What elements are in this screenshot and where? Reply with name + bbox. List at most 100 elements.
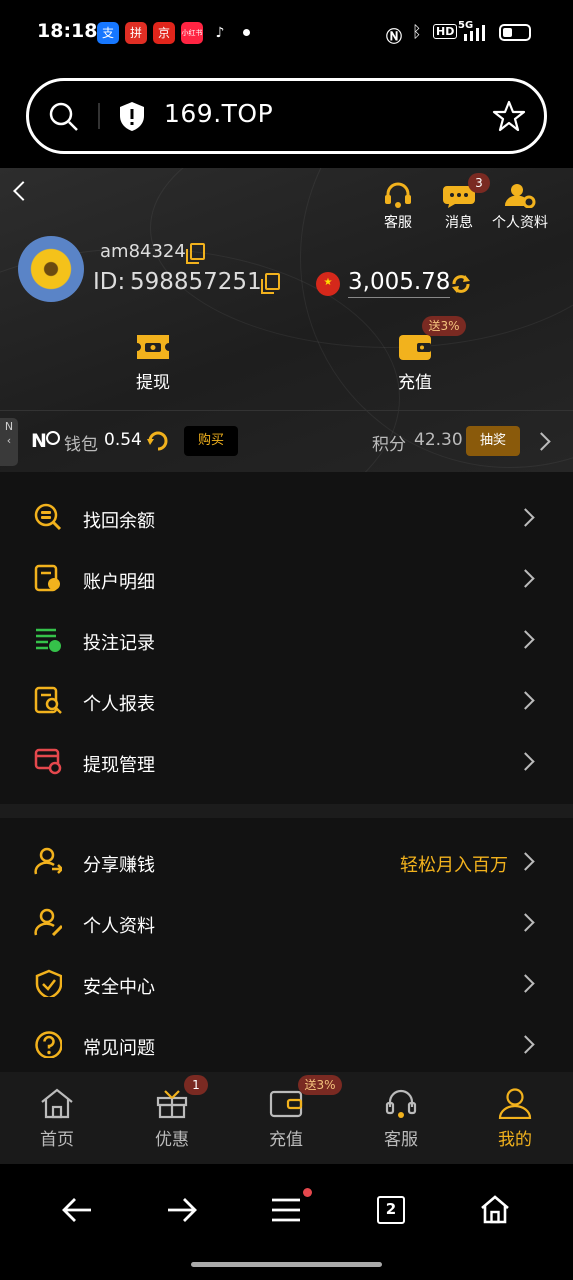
menu-item-label: 找回余额 bbox=[83, 511, 155, 532]
url-text[interactable]: 169.TOP bbox=[164, 99, 273, 128]
wallet-refresh-icon[interactable] bbox=[146, 429, 170, 453]
withdraw-ticket-icon bbox=[137, 335, 169, 359]
headset-icon bbox=[385, 182, 411, 208]
chevron-right-icon bbox=[516, 508, 535, 527]
nfc-icon: Ⓝ bbox=[386, 27, 403, 46]
copy-username-icon[interactable] bbox=[186, 243, 205, 264]
share-earn-promo: 轻松月入百万 bbox=[400, 855, 508, 876]
header-message-label: 消息 bbox=[445, 215, 473, 231]
withdraw-button[interactable]: 提现 bbox=[113, 332, 193, 394]
header-profile-button[interactable]: 个人资料 bbox=[488, 182, 552, 232]
nav-deposit-bonus-badge: 送3% bbox=[298, 1075, 342, 1095]
report-search-icon bbox=[34, 686, 62, 714]
chevron-right-icon bbox=[516, 752, 535, 771]
avatar[interactable] bbox=[18, 236, 84, 302]
forward-arrow-icon[interactable] bbox=[166, 1196, 198, 1224]
chevron-right-icon bbox=[516, 691, 535, 710]
section-divider bbox=[0, 804, 573, 818]
home-indicator[interactable] bbox=[191, 1262, 382, 1267]
header-profile-label: 个人资料 bbox=[492, 215, 548, 231]
side-tab-label: N bbox=[4, 420, 14, 433]
nav-home-label: 首页 bbox=[40, 1130, 74, 1150]
nav-promotions-label: 优惠 bbox=[155, 1130, 189, 1150]
points-label: 积分 bbox=[372, 435, 406, 455]
deposit-button[interactable]: 充值 bbox=[375, 332, 455, 394]
wallet-icon bbox=[399, 335, 431, 360]
share-earn-icon bbox=[34, 847, 62, 875]
promotions-badge: 1 bbox=[184, 1075, 208, 1095]
xiaohongshu-app-icon: 小红书 bbox=[181, 22, 203, 44]
tiktok-app-icon: ♪ bbox=[209, 22, 231, 44]
gift-icon bbox=[156, 1090, 188, 1119]
url-divider bbox=[98, 103, 100, 129]
menu-item-withdraw-manage[interactable]: 提现管理 bbox=[0, 731, 573, 792]
tabs-count-button[interactable]: 2 bbox=[377, 1196, 405, 1224]
copy-id-icon[interactable] bbox=[261, 273, 280, 294]
balance-value: 3,005.78 bbox=[348, 269, 451, 298]
menu-item-personal-report[interactable]: 个人报表 bbox=[0, 670, 573, 731]
coin-search-icon bbox=[34, 503, 62, 531]
menu-item-security[interactable]: 安全中心 bbox=[0, 953, 573, 1014]
header-service-label: 客服 bbox=[384, 215, 412, 231]
search-icon[interactable] bbox=[48, 101, 80, 133]
menu-item-label: 投注记录 bbox=[83, 633, 155, 654]
wallet-icon bbox=[269, 1090, 303, 1118]
home-icon bbox=[41, 1088, 73, 1119]
menu-item-label: 安全中心 bbox=[83, 977, 155, 998]
back-arrow-icon[interactable] bbox=[61, 1196, 93, 1224]
deposit-label: 充值 bbox=[398, 373, 432, 393]
menu-icon[interactable] bbox=[271, 1197, 303, 1223]
nav-service[interactable]: 客服 bbox=[361, 1087, 441, 1150]
menu-notification-dot bbox=[303, 1188, 312, 1197]
profile-edit-icon bbox=[34, 908, 62, 936]
withdraw-manage-icon bbox=[34, 748, 62, 775]
pinduoduo-app-icon: 拼 bbox=[125, 22, 147, 44]
menu-item-label: 个人报表 bbox=[83, 694, 155, 715]
menu-item-recover-balance[interactable]: 找回余额 bbox=[0, 487, 573, 548]
bookmark-star-icon[interactable] bbox=[492, 99, 526, 133]
nav-deposit-label: 充值 bbox=[269, 1130, 303, 1150]
menu-item-bet-records[interactable]: 投注记录 bbox=[0, 609, 573, 670]
browser-home-icon[interactable] bbox=[480, 1194, 510, 1224]
menu-item-profile[interactable]: 个人资料 bbox=[0, 892, 573, 953]
coin-icon bbox=[46, 431, 60, 445]
menu-item-faq[interactable]: 常见问题 bbox=[0, 1014, 573, 1075]
question-icon bbox=[35, 1031, 62, 1058]
hd-icon: HD bbox=[433, 24, 458, 39]
wallet-label: 钱包 bbox=[64, 435, 98, 455]
alipay-app-icon: 支 bbox=[97, 22, 119, 44]
menu-item-label: 分享赚钱 bbox=[83, 855, 155, 876]
url-bar[interactable] bbox=[26, 78, 547, 154]
nav-home[interactable]: 首页 bbox=[17, 1087, 97, 1150]
user-icon bbox=[498, 1088, 532, 1119]
nav-deposit[interactable]: 充值 bbox=[246, 1087, 326, 1150]
nav-promotions[interactable]: 优惠 bbox=[132, 1087, 212, 1150]
deposit-bonus-badge: 送3% bbox=[422, 316, 466, 336]
bluetooth-icon: ᛒ bbox=[412, 22, 422, 41]
username: am84324 bbox=[100, 241, 186, 262]
shield-icon[interactable] bbox=[118, 101, 146, 132]
refresh-balance-icon[interactable] bbox=[450, 273, 472, 295]
notification-dot-icon bbox=[243, 29, 250, 36]
nav-mine-label: 我的 bbox=[498, 1130, 532, 1150]
menu-item-share-earn[interactable]: 分享赚钱 轻松月入百万 bbox=[0, 831, 573, 892]
nav-mine[interactable]: 我的 bbox=[475, 1087, 555, 1150]
chevron-right-icon bbox=[516, 974, 535, 993]
account-detail-icon bbox=[34, 564, 60, 592]
lucky-draw-button[interactable]: 抽奖 bbox=[466, 426, 520, 456]
headset-icon bbox=[385, 1089, 417, 1118]
menu-item-label: 账户明细 bbox=[83, 572, 155, 593]
buy-button[interactable]: 购买 bbox=[184, 426, 238, 456]
menu-item-account-detail[interactable]: 账户明细 bbox=[0, 548, 573, 609]
chevron-right-icon bbox=[516, 1035, 535, 1054]
status-time: 18:18 bbox=[37, 20, 98, 42]
menu-item-label: 个人资料 bbox=[83, 916, 155, 937]
wallet-brand-logo: N bbox=[31, 430, 47, 452]
user-id-value: 598857251 bbox=[130, 269, 262, 295]
menu-item-label: 常见问题 bbox=[83, 1038, 155, 1059]
shield-check-icon bbox=[35, 969, 62, 997]
side-tab[interactable]: N ‹ bbox=[0, 418, 18, 466]
points-value: 42.30 bbox=[414, 430, 463, 450]
header-service-button[interactable]: 客服 bbox=[376, 182, 420, 232]
bet-record-icon bbox=[36, 628, 61, 652]
